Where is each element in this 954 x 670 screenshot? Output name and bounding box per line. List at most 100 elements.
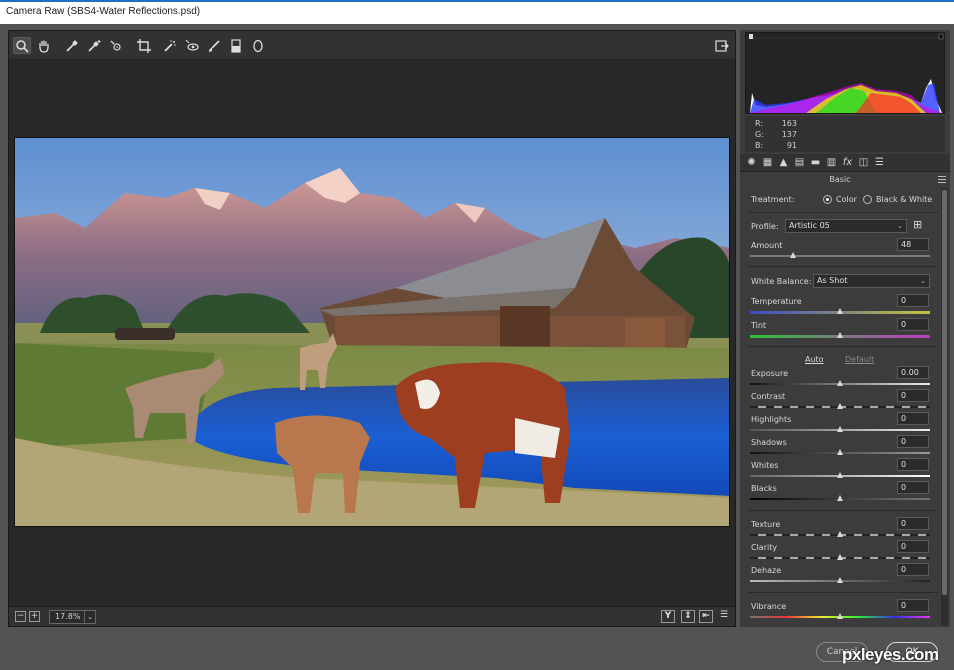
contrast-label: Contrast bbox=[751, 392, 786, 401]
shadows-slider-thumb[interactable] bbox=[837, 449, 843, 455]
temperature-slider-thumb[interactable] bbox=[837, 308, 843, 314]
highlights-value[interactable]: 0 bbox=[897, 412, 929, 425]
window-title: Camera Raw (SBS4-Water Reflections.psd) bbox=[6, 6, 201, 17]
amount-slider[interactable] bbox=[750, 255, 930, 257]
tab-calibration-icon[interactable]: ◫ bbox=[857, 156, 870, 169]
profile-value: Artistic 05 bbox=[789, 221, 830, 230]
amount-value[interactable]: 48 bbox=[897, 238, 929, 251]
whites-label: Whites bbox=[751, 461, 779, 470]
spot-removal-tool-icon[interactable] bbox=[161, 37, 179, 54]
treatment-color-radio[interactable] bbox=[823, 195, 832, 204]
toggle-settings-icon[interactable]: ☰ bbox=[717, 610, 731, 623]
exposure-label: Exposure bbox=[751, 369, 789, 378]
tab-split-toning-icon[interactable]: ▬ bbox=[809, 156, 822, 169]
amount-label: Amount bbox=[751, 241, 783, 250]
targeted-adjustment-tool-icon[interactable] bbox=[107, 37, 125, 54]
whites-slider-thumb[interactable] bbox=[837, 472, 843, 478]
wb-label: White Balance: bbox=[751, 277, 812, 286]
zoom-out-button[interactable]: − bbox=[15, 611, 26, 622]
panel-tabs: ✺ ▦ ▲ ▤ ▬ ▥ fx ◫ ☰ bbox=[740, 154, 950, 172]
texture-label: Texture bbox=[751, 520, 781, 529]
tab-tone-curve-icon[interactable]: ▦ bbox=[761, 156, 774, 169]
treatment-bw-label: Black & White bbox=[876, 195, 933, 204]
blacks-label: Blacks bbox=[751, 484, 777, 493]
dehaze-label: Dehaze bbox=[751, 566, 782, 575]
red-eye-tool-icon[interactable] bbox=[183, 37, 201, 54]
graduated-filter-tool-icon[interactable] bbox=[227, 37, 245, 54]
zoom-tool-icon[interactable] bbox=[13, 37, 31, 54]
color-sampler-tool-icon[interactable] bbox=[85, 37, 103, 54]
shadows-value[interactable]: 0 bbox=[897, 435, 929, 448]
g-value: 137 bbox=[781, 130, 797, 139]
chevron-down-icon: ⌄ bbox=[897, 222, 903, 230]
image-preview[interactable] bbox=[14, 137, 730, 527]
panel-title: Basic bbox=[829, 175, 851, 184]
tint-label: Tint bbox=[751, 321, 767, 330]
cycle-views-button[interactable]: Y bbox=[661, 610, 675, 623]
zoom-in-button[interactable]: + bbox=[29, 611, 40, 622]
open-preferences-icon[interactable] bbox=[713, 37, 731, 54]
highlights-slider-thumb[interactable] bbox=[837, 426, 843, 432]
tab-hsl-icon[interactable]: ▤ bbox=[793, 156, 806, 169]
chevron-down-icon: ⌄ bbox=[84, 611, 95, 623]
treatment-bw-radio[interactable] bbox=[863, 195, 872, 204]
vibrance-slider-thumb[interactable] bbox=[837, 613, 843, 619]
clarity-label: Clarity bbox=[751, 543, 778, 552]
copy-settings-icon[interactable]: ⇤ bbox=[699, 610, 713, 623]
contrast-value[interactable]: 0 bbox=[897, 389, 929, 402]
blacks-value[interactable]: 0 bbox=[897, 481, 929, 494]
zoom-level-value: 17.8% bbox=[55, 612, 81, 621]
treatment-color-label: Color bbox=[836, 195, 857, 204]
auto-button[interactable]: Auto bbox=[805, 355, 824, 364]
rgb-readout: R: 163 G: 137 B: 91 bbox=[745, 116, 945, 152]
profile-select[interactable]: Artistic 05 ⌄ bbox=[785, 219, 907, 233]
preview-pane: − + 17.8% ⌄ Y ⇕ ⇤ ☰ bbox=[8, 30, 736, 627]
tab-basic-icon[interactable]: ✺ bbox=[745, 156, 758, 169]
tint-slider-thumb[interactable] bbox=[837, 332, 843, 338]
whites-value[interactable]: 0 bbox=[897, 458, 929, 471]
crop-tool-icon[interactable] bbox=[135, 37, 153, 54]
tab-detail-icon[interactable]: ▲ bbox=[777, 156, 790, 169]
default-button[interactable]: Default bbox=[845, 355, 874, 364]
dehaze-value[interactable]: 0 bbox=[897, 563, 929, 576]
panel-scroll-thumb[interactable] bbox=[942, 190, 947, 595]
zoom-level-select[interactable]: 17.8% ⌄ bbox=[49, 610, 96, 624]
profile-label: Profile: bbox=[751, 222, 779, 231]
dehaze-slider-thumb[interactable] bbox=[837, 577, 843, 583]
histogram bbox=[745, 32, 946, 114]
highlights-label: Highlights bbox=[751, 415, 792, 424]
adjustment-panel: R: 163 G: 137 B: 91 ✺ ▦ ▲ ▤ ▬ ▥ fx ◫ ☰ Basi… bbox=[740, 30, 950, 627]
exposure-value[interactable]: 0.00 bbox=[897, 366, 929, 379]
tab-effects-icon[interactable]: fx bbox=[841, 156, 854, 169]
contrast-slider-thumb[interactable] bbox=[837, 403, 843, 409]
clarity-slider-thumb[interactable] bbox=[837, 554, 843, 560]
tint-value[interactable]: 0 bbox=[897, 318, 929, 331]
white-balance-tool-icon[interactable] bbox=[63, 37, 81, 54]
site-watermark: pxleyes.com bbox=[842, 645, 939, 664]
texture-slider-thumb[interactable] bbox=[837, 531, 843, 537]
g-label: G: bbox=[755, 130, 764, 139]
swap-before-after-icon[interactable]: ⇕ bbox=[681, 610, 695, 623]
temperature-label: Temperature bbox=[751, 297, 802, 306]
blacks-slider-thumb[interactable] bbox=[837, 495, 843, 501]
chevron-down-icon: ⌄ bbox=[920, 277, 926, 285]
temperature-value[interactable]: 0 bbox=[897, 294, 929, 307]
hand-tool-icon[interactable] bbox=[35, 37, 53, 54]
r-value: 163 bbox=[781, 119, 797, 128]
texture-value[interactable]: 0 bbox=[897, 517, 929, 530]
amount-slider-thumb[interactable] bbox=[790, 252, 796, 258]
status-bar: − + 17.8% ⌄ Y ⇕ ⇤ ☰ bbox=[9, 606, 735, 626]
tool-bar bbox=[9, 31, 735, 59]
camera-raw-window: Camera Raw (SBS4-Water Reflections.psd) bbox=[0, 0, 954, 670]
tab-presets-icon[interactable]: ☰ bbox=[873, 156, 886, 169]
profile-browser-icon[interactable]: ⊞ bbox=[913, 218, 922, 231]
clarity-value[interactable]: 0 bbox=[897, 540, 929, 553]
vibrance-value[interactable]: 0 bbox=[897, 599, 929, 612]
adjustment-brush-tool-icon[interactable] bbox=[205, 37, 223, 54]
exposure-slider-thumb[interactable] bbox=[837, 380, 843, 386]
tab-lens-icon[interactable]: ▥ bbox=[825, 156, 838, 169]
panel-menu-icon[interactable] bbox=[938, 176, 946, 183]
shadows-label: Shadows bbox=[751, 438, 787, 447]
wb-select[interactable]: As Shot ⌄ bbox=[813, 274, 930, 288]
radial-filter-tool-icon[interactable] bbox=[249, 37, 267, 54]
